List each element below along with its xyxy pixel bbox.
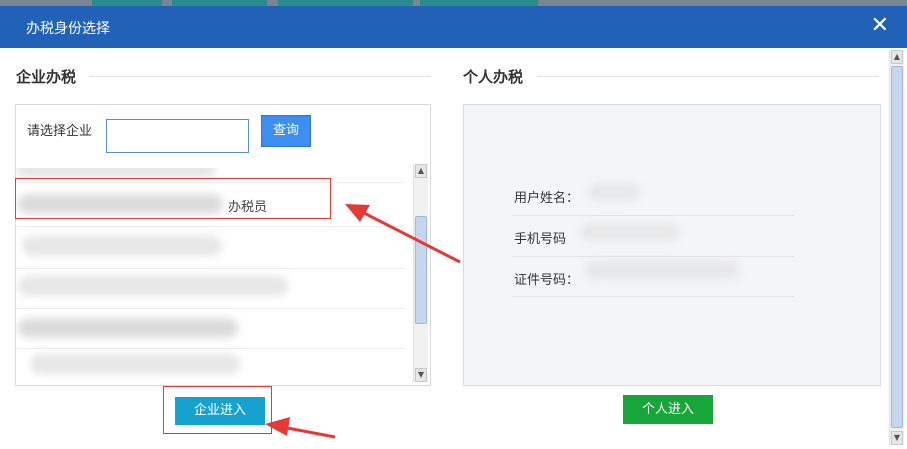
arrow-to-enterprise-button: [265, 417, 336, 439]
arrow-to-row: [345, 204, 461, 264]
annotation-arrows: [265, 204, 461, 439]
